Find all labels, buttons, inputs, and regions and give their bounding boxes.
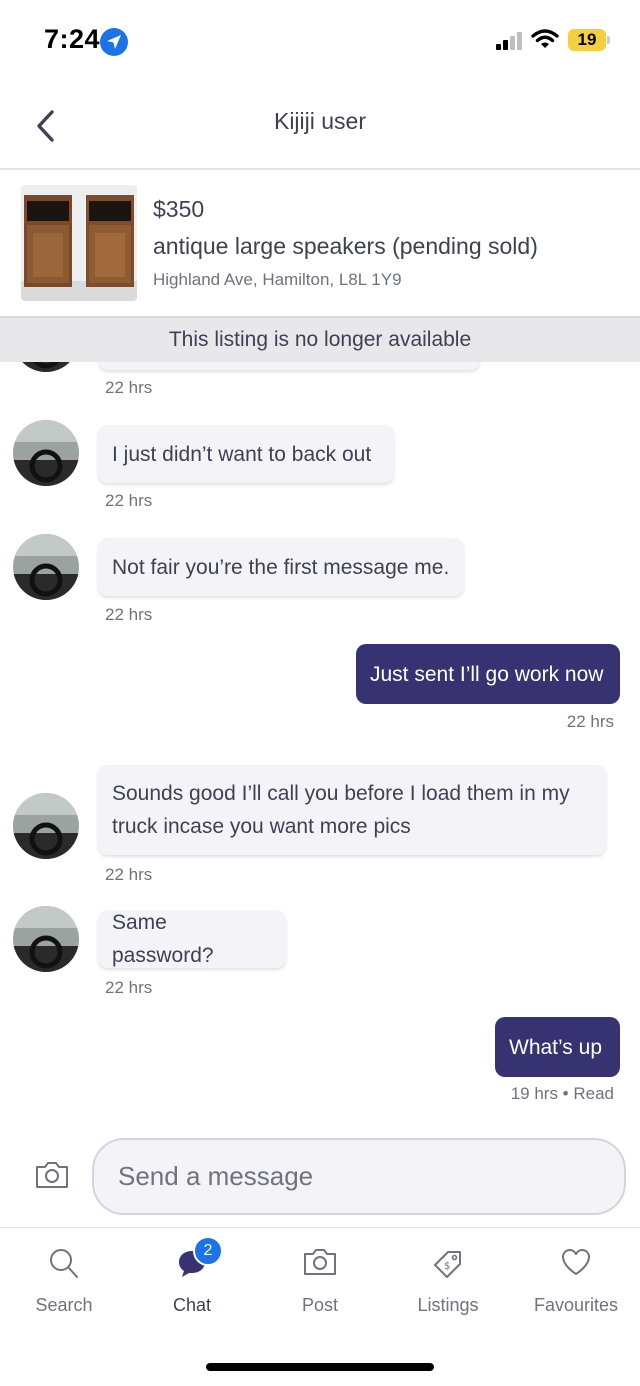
avatar (13, 420, 79, 486)
listing-title: antique large speakers (pending sold) (153, 233, 538, 259)
message-bubble-incoming (98, 362, 480, 370)
message-bubble-incoming: Same password? (98, 910, 286, 968)
tab-label: Chat (172, 1295, 212, 1315)
tab-label: Favourites (533, 1295, 619, 1315)
listing-unavailable-banner: This listing is no longer available (0, 316, 640, 362)
message-timestamp: 22 hrs (105, 978, 153, 997)
svg-text:$: $ (444, 1261, 450, 1272)
tab-search[interactable]: Search (0, 1229, 128, 1329)
status-bar: 7:24 19 (0, 0, 640, 84)
message-timestamp: 22 hrs (105, 378, 153, 397)
tab-label: Post (301, 1295, 339, 1315)
message-bubble-incoming: Not fair you’re the first message me. (98, 538, 464, 596)
heart-icon (560, 1247, 592, 1282)
cellular-signal-icon (496, 32, 524, 50)
avatar (13, 362, 79, 372)
message-composer (0, 1122, 640, 1228)
location-arrow-icon (100, 28, 128, 56)
avatar (13, 534, 79, 600)
tab-post[interactable]: Post (256, 1229, 384, 1329)
message-input[interactable] (92, 1138, 626, 1215)
conversation-header: Kijiji user (0, 84, 640, 170)
tab-chat[interactable]: Chat (128, 1229, 256, 1329)
wifi-icon (531, 28, 559, 55)
unread-badge: 2 (193, 1236, 223, 1266)
conversation-title: Kijiji user (273, 108, 367, 134)
avatar (13, 906, 79, 972)
message-bubble-incoming: Sounds good I’ll call you before I load … (98, 765, 606, 855)
listing-price: $350 (153, 196, 205, 222)
price-tag-icon: $ (431, 1247, 465, 1286)
message-bubble-incoming: I just didn’t want to back out (98, 425, 394, 483)
message-timestamp: 22 hrs (566, 712, 614, 731)
listing-thumbnail (21, 185, 137, 301)
message-timestamp: 22 hrs (105, 865, 153, 884)
tab-label: Listings (417, 1295, 479, 1315)
tab-favourites[interactable]: Favourites (512, 1229, 640, 1329)
message-bubble-outgoing: What’s up (495, 1017, 620, 1077)
tab-listings[interactable]: $ Listings (384, 1229, 512, 1329)
listing-card[interactable]: $350 antique large speakers (pending sol… (0, 172, 640, 316)
tab-label: Search (35, 1295, 93, 1315)
message-thread[interactable]: 22 hrs I just didn’t want to back out 22… (0, 362, 640, 1122)
camera-icon[interactable] (34, 1160, 70, 1190)
message-read-receipt: 19 hrs • Read (510, 1084, 614, 1103)
message-timestamp: 22 hrs (105, 491, 153, 510)
camera-icon (303, 1247, 337, 1282)
battery-icon: 19 (568, 29, 606, 51)
avatar (13, 793, 79, 859)
search-icon (48, 1247, 80, 1286)
home-indicator[interactable] (206, 1363, 434, 1371)
message-timestamp: 22 hrs (105, 605, 153, 624)
status-time: 7:24 (44, 24, 101, 54)
message-bubble-outgoing: Just sent I’ll go work now (356, 644, 620, 704)
listing-location: Highland Ave, Hamilton, L8L 1Y9 (153, 270, 402, 289)
battery-tip (607, 36, 610, 44)
